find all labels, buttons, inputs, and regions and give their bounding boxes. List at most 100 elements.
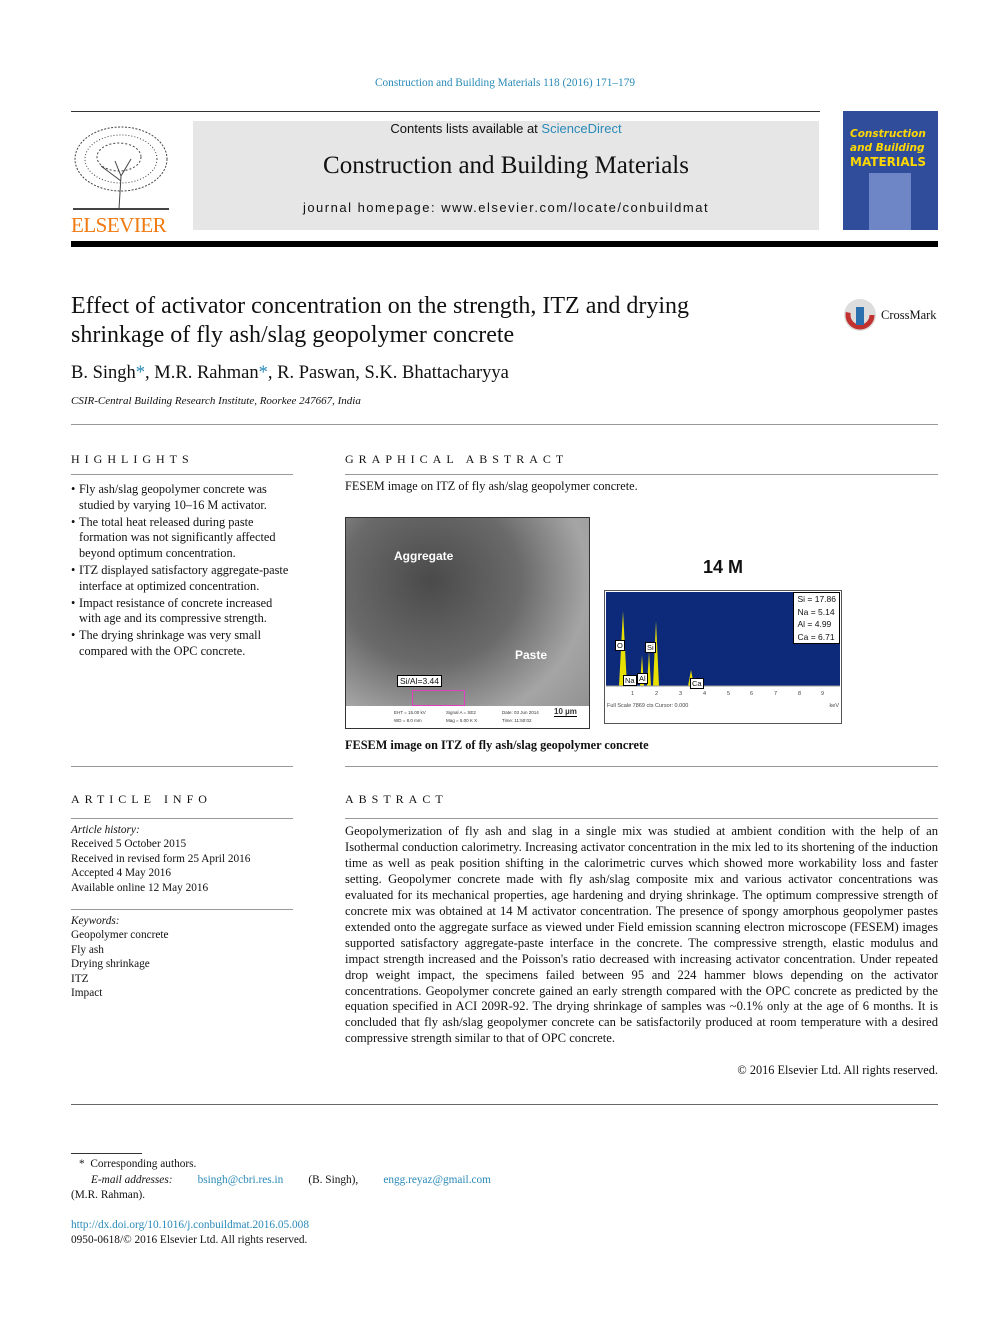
keywords: Keywords: Geopolymer concrete Fly ash Dr… (71, 914, 169, 1000)
journal-homepage[interactable]: journal homepage: www.elsevier.com/locat… (193, 200, 819, 215)
author-name[interactable]: R. Paswan, S.K. Bhattacharyya (277, 363, 509, 383)
footnote-rule (71, 1153, 142, 1154)
author-name[interactable]: B. Singh (71, 363, 136, 383)
abstract-heading: ABSTRACT (345, 792, 448, 806)
tick-label: 3 (679, 691, 683, 697)
divider (71, 909, 293, 910)
aggregate-label: Aggregate (394, 549, 454, 563)
highlight-item: The total heat released during paste for… (71, 515, 293, 562)
email-label: E-mail addresses: (91, 1174, 173, 1187)
highlights-heading: HIGHLIGHTS (71, 452, 194, 466)
cover-title-3: MATERIALS (850, 155, 926, 169)
highlight-item: ITZ displayed satisfactory aggregate-pas… (71, 563, 293, 595)
divider (71, 474, 293, 475)
crossmark-label: CrossMark (881, 307, 937, 322)
element-value: Si = 17.86 (797, 594, 836, 604)
element-value: Al = 4.99 (797, 619, 832, 629)
sem-meta: EHT = 15.00 kV (394, 710, 426, 715)
highlight-item: Fly ash/slag geopolymer concrete was stu… (71, 482, 293, 514)
highlight-item: The drying shrinkage was very small comp… (71, 628, 293, 660)
corresponding-note: Corresponding authors. (90, 1158, 197, 1170)
element-value: Na = 5.14 (797, 606, 835, 617)
graphical-abstract-caption: FESEM image on ITZ of fly ash/slag geopo… (345, 738, 649, 752)
elsevier-wordmark: ELSEVIER (71, 213, 167, 237)
history-item: Available online 12 May 2016 (71, 881, 209, 894)
tick-label: 7 (774, 691, 778, 697)
tick-label: 5 (727, 691, 731, 697)
divider (345, 818, 938, 819)
keyword: Impact (71, 987, 103, 1000)
article-page: { "citation":"Construction and Building … (0, 0, 992, 1323)
title-line: shrinkage of fly ash/slag geopolymer con… (71, 322, 515, 348)
eds-unit: keV (829, 703, 839, 709)
peak-label: Si (645, 642, 656, 653)
analysis-region-box (412, 690, 465, 706)
sciencedirect-link[interactable]: ScienceDirect (541, 121, 621, 136)
author-name[interactable]: M.R. Rahman (154, 363, 258, 383)
eds-spectrum: Si = 17.86 Na = 5.14 Al = 4.99 Ca = 6.71… (604, 590, 842, 724)
tick-label: 2 (655, 691, 659, 697)
divider (71, 766, 293, 767)
fesem-image: Aggregate Paste Si/Al=3.44 EHT = 15.00 k… (345, 517, 590, 729)
corresponding-mark[interactable]: * (136, 363, 145, 383)
article-info-heading: ARTICLE INFO (71, 792, 212, 806)
journal-cover[interactable]: Construction and Building MATERIALS (843, 111, 938, 230)
crossmark-icon (844, 299, 876, 331)
highlight-item: Impact resistance of concrete increased … (71, 596, 293, 628)
journal-name: Construction and Building Materials (323, 152, 689, 179)
doi-link[interactable]: http://dx.doi.org/10.1016/j.conbuildmat.… (71, 1218, 491, 1232)
tick-label: 4 (703, 691, 707, 697)
author-list: B. Singh*, M.R. Rahman*, R. Paswan, S.K.… (71, 363, 509, 383)
peak-label: O (615, 640, 625, 651)
history-item: Received 5 October 2015 (71, 838, 187, 851)
element-value: Ca = 6.71 (797, 631, 835, 642)
corresponding-mark[interactable]: * (259, 363, 268, 383)
element-values-box: Si = 17.86 Na = 5.14 Al = 4.99 Ca = 6.71 (793, 592, 840, 644)
paste-label: Paste (515, 648, 548, 662)
footnotes: * Corresponding authors. E-mail addresse… (71, 1157, 491, 1247)
journal-banner: Contents lists available at ScienceDirec… (193, 121, 819, 230)
peak-label: Ca (690, 678, 704, 689)
eds-footer: Full Scale 7869 cts Cursor: 0.000 (607, 703, 689, 709)
history-label: Article history: (71, 824, 140, 836)
history-item: Accepted 4 May 2016 (71, 867, 172, 880)
sem-meta: Date: 03 Jun 2014 (502, 710, 539, 715)
scale-bar: 10 µm (554, 707, 577, 717)
issn-copyright: 0950-0618/© 2016 Elsevier Ltd. All right… (71, 1233, 308, 1246)
contents-label: Contents lists available at (390, 121, 542, 136)
eds-title: 14 M (702, 557, 744, 577)
tree-icon (73, 126, 169, 210)
history-item: Received in revised form 25 April 2016 (71, 852, 251, 865)
keyword: Geopolymer concrete (71, 929, 169, 942)
si-al-ratio-label: Si/Al=3.44 (397, 675, 442, 687)
highlights-list: Fly ash/slag geopolymer concrete was stu… (71, 482, 293, 661)
peak-label: Na (623, 675, 637, 686)
cover-title-1: Construction (850, 128, 926, 140)
sem-meta: Time: 11:50:02 (502, 718, 532, 723)
sem-meta: Mag = 5.00 K X (446, 718, 478, 723)
affiliation: CSIR-Central Building Research Institute… (71, 395, 361, 407)
keyword: Drying shrinkage (71, 958, 150, 971)
sem-meta: Signal A = SE2 (446, 710, 476, 715)
crossmark-badge[interactable]: CrossMark (843, 298, 937, 332)
sem-meta: WD = 8.0 mm (394, 718, 422, 723)
tick-label: 9 (821, 691, 825, 697)
email-owner: (M.R. Rahman). (71, 1188, 146, 1201)
keywords-label: Keywords: (71, 915, 120, 927)
cover-panel (869, 173, 911, 230)
graphical-abstract-heading: GRAPHICAL ABSTRACT (345, 452, 569, 466)
email-owner: (B. Singh), (308, 1174, 359, 1187)
article-history: Article history: Received 5 October 2015… (71, 823, 250, 895)
journal-citation[interactable]: Construction and Building Materials 118 … (0, 77, 992, 89)
header-rule (71, 111, 820, 112)
elsevier-logo[interactable]: ELSEVIER (71, 121, 171, 237)
email-link[interactable]: engg.reyaz@gmail.com (383, 1173, 491, 1187)
graphical-abstract-intro: FESEM image on ITZ of fly ash/slag geopo… (345, 479, 638, 493)
divider (345, 474, 938, 475)
sem-info-bar: EHT = 15.00 kV WD = 8.0 mm Signal A = SE… (346, 706, 589, 728)
divider (71, 1104, 938, 1105)
tick-label: 1 (631, 691, 635, 697)
divider (345, 766, 938, 767)
keyword: ITZ (71, 972, 89, 985)
email-link[interactable]: bsingh@cbri.res.in (198, 1173, 284, 1187)
